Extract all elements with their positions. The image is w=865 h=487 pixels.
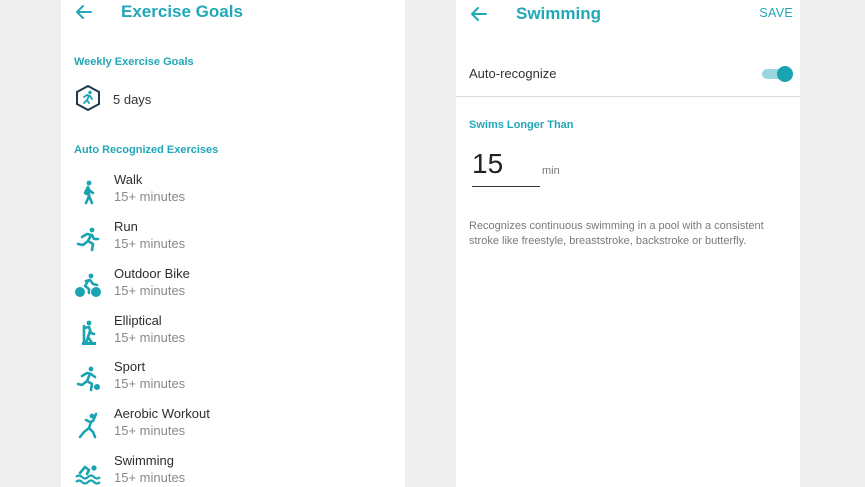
run-icon [76,227,100,252]
swim-description: Recognizes continuous swimming in a pool… [469,220,764,247]
exercise-goals-panel: Exercise Goals Weekly Exercise Goals 5 d… [61,0,405,487]
exercise-duration: 15+ minutes [114,330,186,345]
weekly-goal-value: 5 days [113,92,152,107]
weekly-goal-row[interactable]: 5 days [61,84,405,114]
save-button[interactable]: SAVE [759,6,793,20]
exercise-item-sport[interactable]: Sport 15+ minutes [61,359,405,399]
exercise-duration: 15+ minutes [114,189,186,204]
unit-label: min [542,165,560,177]
exercise-name: Aerobic Workout [114,406,210,421]
auto-recognize-toggle[interactable] [762,66,793,82]
minutes-input[interactable]: 15 [472,148,540,187]
header: Swimming SAVE [456,0,800,26]
exercise-item-walk[interactable]: Walk 15+ minutes [61,172,405,212]
auto-recognize-row: Auto-recognize [456,52,800,97]
swims-longer-than-label: Swims Longer Than [469,119,574,131]
page-title: Swimming [516,4,602,23]
exercise-item-aerobic-workout[interactable]: Aerobic Workout 15+ minutes [61,406,405,446]
exercise-duration: 15+ minutes [114,236,186,251]
exercise-duration: 15+ minutes [114,376,186,391]
weekly-goals-label: Weekly Exercise Goals [74,56,194,68]
swimming-settings-panel: Swimming SAVE Auto-recognize Swims Longe… [456,0,800,487]
exercise-item-swimming[interactable]: Swimming 15+ minutes [61,453,405,487]
exercise-name: Elliptical [114,313,162,328]
toggle-knob [777,66,793,82]
page-title: Exercise Goals [121,2,243,21]
swim-icon [75,465,101,485]
exercise-name: Outdoor Bike [114,266,190,281]
header: Exercise Goals [61,0,405,26]
exercise-duration: 15+ minutes [114,470,186,485]
runner-badge-icon [76,84,100,112]
walk-icon [83,180,95,205]
minutes-value: 15 [472,148,504,179]
auto-recognize-label: Auto-recognize [469,66,557,81]
exercise-name: Walk [114,172,143,187]
auto-recognized-label: Auto Recognized Exercises [74,144,219,156]
back-arrow-icon[interactable] [470,5,488,23]
exercise-name: Run [114,219,138,234]
exercise-name: Swimming [114,453,174,468]
exercise-duration: 15+ minutes [114,283,186,298]
exercise-item-elliptical[interactable]: Elliptical 15+ minutes [61,313,405,353]
exercise-item-run[interactable]: Run 15+ minutes [61,219,405,259]
sport-icon [76,366,100,392]
exercise-item-outdoor-bike[interactable]: Outdoor Bike 15+ minutes [61,266,405,306]
bike-icon [75,273,101,297]
exercise-duration: 15+ minutes [114,423,186,438]
elliptical-icon [82,320,96,345]
exercise-name: Sport [114,359,146,374]
back-arrow-icon[interactable] [75,3,93,21]
aerobic-icon [78,412,98,439]
